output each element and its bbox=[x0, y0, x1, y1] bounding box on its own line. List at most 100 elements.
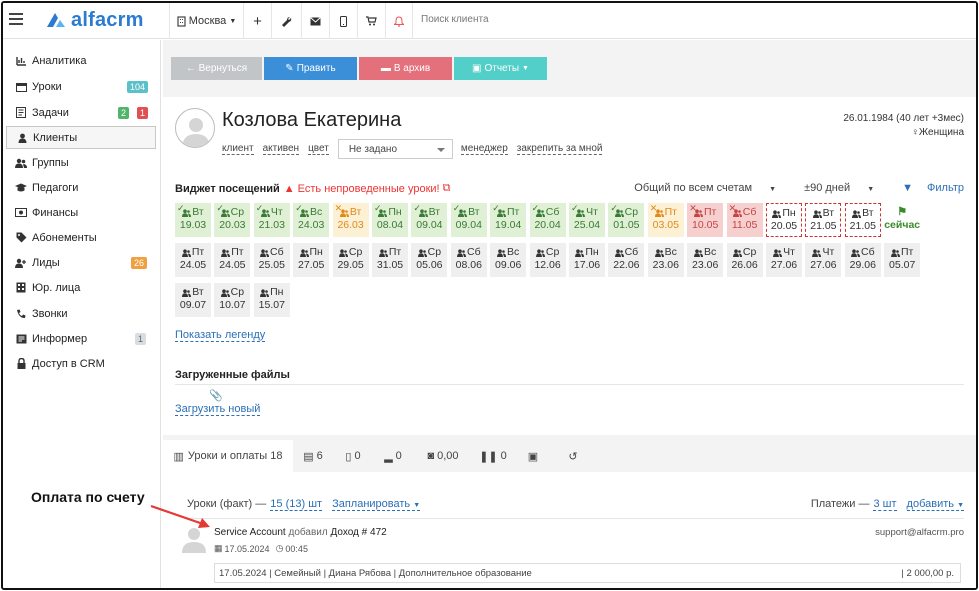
cart-button[interactable] bbox=[357, 3, 385, 39]
accounts-dropdown[interactable]: Общий по всем счетам ▼ bbox=[620, 182, 776, 194]
cell-day: Пт bbox=[664, 206, 677, 218]
cell-date: 21.05 bbox=[849, 220, 876, 232]
attendance-cell[interactable]: Ср 12.06 bbox=[529, 243, 566, 277]
widget-warning[interactable]: Есть непроведенные уроки! bbox=[298, 183, 440, 195]
sidebar-item-analytics[interactable]: Аналитика bbox=[6, 49, 156, 72]
attendance-cell[interactable]: ✓ Чт 25.04 bbox=[569, 203, 605, 237]
attendance-cell[interactable]: Ср 29.05 bbox=[332, 243, 369, 277]
attendance-cell[interactable]: Вс 23.06 bbox=[647, 243, 684, 277]
attendance-now-cell[interactable]: ⚑ сейчас bbox=[884, 203, 921, 237]
tab-stats[interactable]: ▂ 0 bbox=[373, 440, 413, 472]
payment-detail-row[interactable]: 17.05.2024 | Семейный | Диана Рябова | Д… bbox=[214, 563, 961, 583]
attendance-cell[interactable]: Пт 24.05 bbox=[214, 243, 251, 277]
notifications-button[interactable] bbox=[385, 3, 413, 39]
client-info: 26.01.1984 (40 лет +3мес) ♀Женщина bbox=[843, 112, 964, 140]
sidebar-item-teachers[interactable]: Педагоги bbox=[6, 176, 156, 199]
attendance-cell[interactable]: Сб 22.06 bbox=[608, 243, 645, 277]
external-link-icon[interactable]: ⧉ bbox=[443, 182, 451, 195]
edit-button[interactable]: ✎ Править bbox=[264, 57, 357, 80]
attendance-cell[interactable]: ✓ Вт 19.03 bbox=[175, 203, 211, 237]
client-status-link[interactable]: активен bbox=[262, 143, 300, 155]
tab-documents[interactable]: ▯ 0 bbox=[333, 440, 373, 472]
attendance-cell[interactable]: ✓ Вт 09.04 bbox=[411, 203, 448, 237]
attendance-cell[interactable]: Ср 05.06 bbox=[411, 243, 448, 277]
add-button[interactable]: + bbox=[243, 3, 271, 39]
sidebar-item-clients[interactable]: Клиенты bbox=[6, 126, 156, 149]
sidebar-item-legal-entities[interactable]: Юр. лица bbox=[6, 276, 156, 299]
attendance-cell[interactable]: ✓ Чт 21.03 bbox=[253, 203, 290, 237]
plan-dropdown[interactable]: Запланировать ▼ bbox=[332, 498, 421, 511]
tab-lessons-payments[interactable]: ▥ Уроки и оплаты 18 bbox=[163, 440, 293, 472]
search-input[interactable]: Поиск клиента bbox=[421, 14, 489, 25]
attendance-cell[interactable]: ✓ Вт 09.04 bbox=[450, 203, 487, 237]
attendance-cell[interactable]: Пн 15.07 bbox=[253, 283, 290, 317]
attendance-cell[interactable]: Вт 21.05 bbox=[844, 203, 881, 237]
manager-select[interactable]: Не задано bbox=[337, 139, 453, 159]
attendance-cell[interactable]: Пт 24.05 bbox=[175, 243, 211, 277]
student-icon bbox=[694, 248, 704, 257]
attendance-cell[interactable]: ✕ Вт 26.03 bbox=[332, 203, 369, 237]
attendance-cell[interactable]: Сб 25.05 bbox=[253, 243, 290, 277]
back-button[interactable]: ← Вернуться bbox=[171, 57, 262, 80]
sidebar-item-tasks[interactable]: Задачи bbox=[6, 101, 156, 124]
period-dropdown[interactable]: ±90 дней ▼ bbox=[790, 182, 874, 194]
attendance-cell[interactable]: ✕ Пт 10.05 bbox=[687, 203, 724, 237]
cell-day: Пт bbox=[901, 246, 914, 258]
attendance-cell[interactable]: Ср 26.06 bbox=[726, 243, 763, 277]
attendance-cell[interactable]: ✓ Ср 01.05 bbox=[608, 203, 645, 237]
add-payment-dropdown[interactable]: добавить ▼ bbox=[906, 498, 964, 511]
attendance-cell[interactable]: Вт 21.05 bbox=[805, 203, 842, 237]
tab-money[interactable]: ▣ bbox=[513, 440, 553, 472]
attendance-cell[interactable]: Пт 05.07 bbox=[884, 243, 921, 277]
client-color-link[interactable]: цвет bbox=[308, 143, 329, 155]
settings-button[interactable] bbox=[271, 3, 301, 39]
payments-count-link[interactable]: 3 шт bbox=[873, 498, 897, 511]
archive-button[interactable]: ▬ В архив bbox=[359, 57, 452, 80]
lessons-fact-link[interactable]: 15 (13) шт bbox=[270, 498, 323, 511]
attendance-cell[interactable]: Пн 27.05 bbox=[293, 243, 330, 277]
attendance-cell[interactable]: Вс 09.06 bbox=[490, 243, 527, 277]
mail-button[interactable] bbox=[301, 3, 329, 39]
manager-link[interactable]: менеджер bbox=[460, 143, 508, 155]
sidebar-item-informer[interactable]: Информер bbox=[6, 327, 156, 350]
mobile-button[interactable] bbox=[329, 3, 357, 39]
cell-day: Пт bbox=[191, 246, 205, 258]
sidebar-item-subscriptions[interactable]: Абонементы bbox=[6, 226, 156, 249]
attendance-cell[interactable]: ✓ Ср 20.03 bbox=[214, 203, 251, 237]
logo[interactable]: alfacrm bbox=[45, 9, 144, 31]
tab-comments[interactable]: ▤ 6 bbox=[293, 440, 333, 472]
event-object[interactable]: Доход # 472 bbox=[330, 527, 386, 538]
show-legend-link[interactable]: Показать легенду bbox=[175, 329, 266, 342]
filter-button[interactable]: ▼ Фильтр bbox=[888, 182, 964, 194]
assign-to-me-link[interactable]: закрепить за мной bbox=[516, 143, 603, 155]
attendance-cell[interactable]: ✕ Сб 11.05 bbox=[726, 203, 763, 237]
attendance-cell[interactable]: Сб 08.06 bbox=[450, 243, 487, 277]
attendance-cell[interactable]: Пн 17.06 bbox=[569, 243, 605, 277]
tab-label: Уроки и оплаты 18 bbox=[187, 450, 283, 462]
attendance-cell[interactable]: Вт 09.07 bbox=[175, 283, 211, 317]
tab-pauses[interactable]: ❚❚ 0 bbox=[473, 440, 513, 472]
attendance-cell[interactable]: ✓ Пт 19.04 bbox=[490, 203, 527, 237]
tab-history[interactable]: ↺ bbox=[553, 440, 593, 472]
sidebar-item-finance[interactable]: Финансы bbox=[6, 201, 156, 224]
menu-icon[interactable] bbox=[9, 13, 23, 25]
attendance-cell[interactable]: ✓ Пн 08.04 bbox=[372, 203, 408, 237]
sidebar-item-calls[interactable]: Звонки bbox=[6, 302, 156, 325]
attendance-cell[interactable]: Сб 29.06 bbox=[844, 243, 881, 277]
upload-new-link[interactable]: Загрузить новый bbox=[175, 403, 261, 416]
tab-bonuses[interactable]: ◙ 0,00 bbox=[413, 440, 473, 472]
attendance-cell[interactable]: Чт 27.06 bbox=[805, 243, 842, 277]
attendance-cell[interactable]: Чт 27.06 bbox=[766, 243, 802, 277]
sidebar-item-crm-access[interactable]: Доступ в CRM bbox=[6, 352, 156, 375]
attendance-cell[interactable]: Пн 20.05 bbox=[766, 203, 802, 237]
reports-button[interactable]: ▣ Отчеты ▼ bbox=[454, 57, 547, 80]
attendance-cell[interactable]: ✓ Сб 20.04 bbox=[529, 203, 566, 237]
attendance-cell[interactable]: Вс 23.06 bbox=[687, 243, 724, 277]
sidebar-item-groups[interactable]: Группы bbox=[6, 151, 156, 174]
attendance-cell[interactable]: Пт 31.05 bbox=[372, 243, 408, 277]
branch-selector[interactable]: Москва ▼ bbox=[169, 3, 243, 39]
attendance-cell[interactable]: ✕ Пт 03.05 bbox=[647, 203, 684, 237]
attendance-cell[interactable]: Ср 10.07 bbox=[214, 283, 251, 317]
attendance-cell[interactable]: ✓ Вс 24.03 bbox=[293, 203, 330, 237]
client-type-link[interactable]: клиент bbox=[222, 143, 254, 155]
